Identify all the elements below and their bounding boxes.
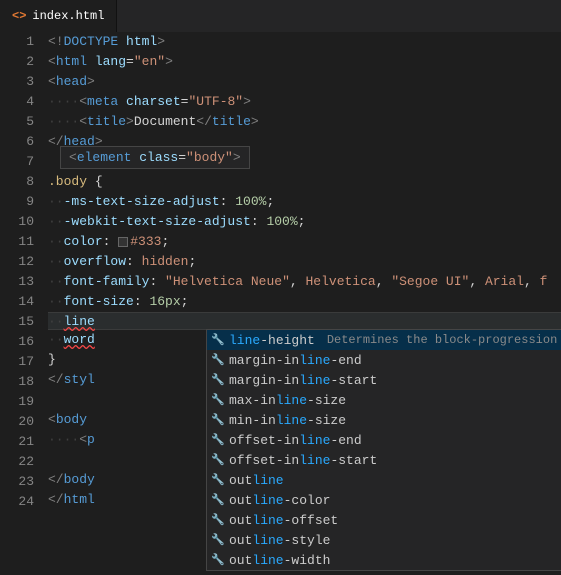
suggest-item[interactable]: 🔧margin-inline-start: [207, 370, 561, 390]
suggest-item[interactable]: 🔧outline-offset: [207, 510, 561, 530]
suggest-item[interactable]: 🔧outline-color: [207, 490, 561, 510]
wrench-icon: 🔧: [211, 553, 223, 567]
wrench-icon: 🔧: [211, 373, 223, 387]
wrench-icon: 🔧: [211, 493, 223, 507]
tab-index-html[interactable]: <> index.html: [0, 0, 117, 32]
suggest-item[interactable]: 🔧outline-width: [207, 550, 561, 570]
suggest-item[interactable]: 🔧margin-inline-end: [207, 350, 561, 370]
wrench-icon: 🔧: [211, 413, 223, 427]
wrench-icon: 🔧: [211, 453, 223, 467]
suggest-item[interactable]: 🔧offset-inline-start: [207, 450, 561, 470]
suggest-item[interactable]: 🔧max-inline-size: [207, 390, 561, 410]
code-area[interactable]: <!DOCTYPE html> <html lang="en"> <head> …: [48, 32, 561, 512]
active-line[interactable]: ··line: [48, 312, 561, 330]
hover-tooltip: <element class="body">: [60, 146, 250, 169]
wrench-icon: 🔧: [211, 473, 223, 487]
wrench-icon: 🔧: [211, 393, 223, 407]
suggest-item[interactable]: 🔧offset-inline-end: [207, 430, 561, 450]
wrench-icon: 🔧: [211, 353, 223, 367]
autocomplete-popup[interactable]: 🔧 line-height Determines the block-progr…: [206, 329, 561, 571]
wrench-icon: 🔧: [211, 433, 223, 447]
html-file-icon: <>: [12, 9, 26, 23]
wrench-icon: 🔧: [211, 533, 223, 547]
suggest-doc: Determines the block-progression dimensi…: [321, 333, 561, 347]
color-swatch-icon: [118, 237, 128, 247]
suggest-item[interactable]: 🔧min-inline-size: [207, 410, 561, 430]
suggest-item-selected[interactable]: 🔧 line-height Determines the block-progr…: [207, 330, 561, 350]
line-number-gutter: 123456789101112131415161718192021222324: [0, 32, 48, 512]
wrench-icon: 🔧: [211, 513, 223, 527]
suggest-item[interactable]: 🔧outline: [207, 470, 561, 490]
editor[interactable]: 123456789101112131415161718192021222324 …: [0, 32, 561, 512]
tab-label: index.html: [32, 9, 104, 23]
wrench-icon: 🔧: [211, 333, 223, 347]
suggest-item[interactable]: 🔧outline-style: [207, 530, 561, 550]
tab-bar: <> index.html: [0, 0, 561, 32]
